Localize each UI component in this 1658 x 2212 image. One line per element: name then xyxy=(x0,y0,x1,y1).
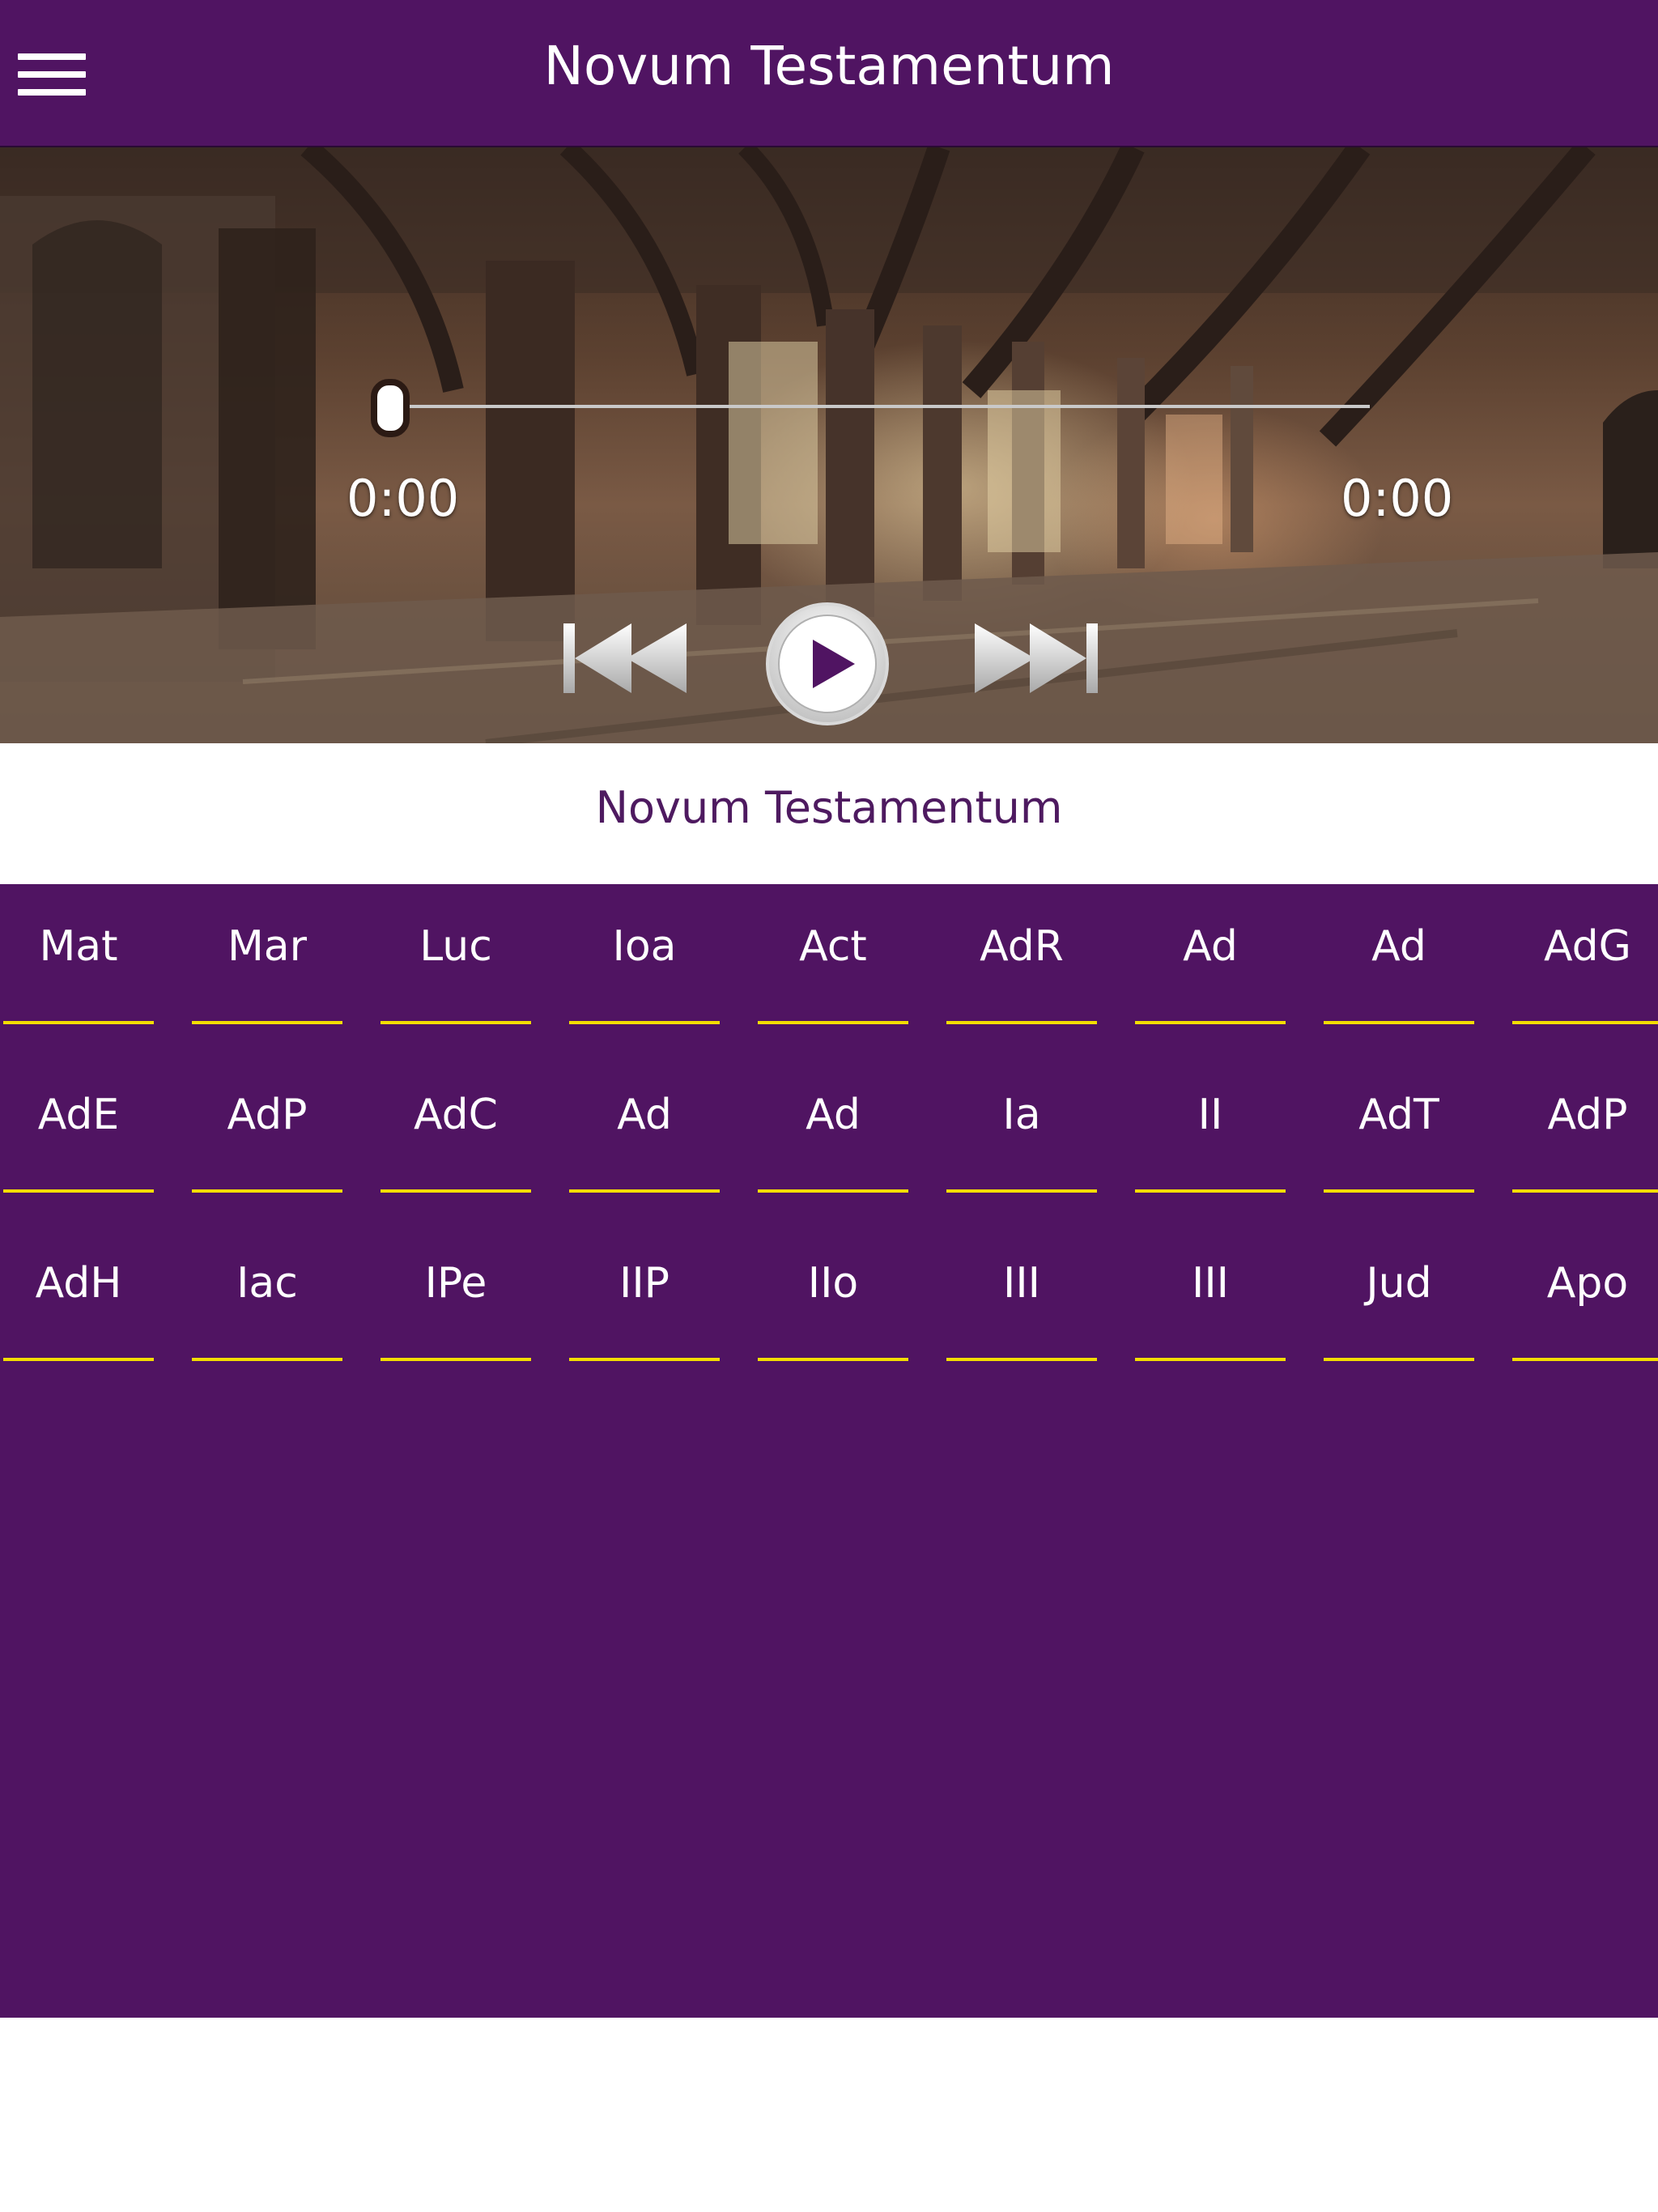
book-label: Apo xyxy=(1546,1259,1629,1308)
book-underline xyxy=(380,1021,531,1024)
book-underline xyxy=(1135,1189,1286,1193)
app-title: Novum Testamentum xyxy=(543,35,1115,97)
book-button[interactable]: Ad xyxy=(1135,884,1286,1030)
book-label: Ad xyxy=(806,1091,861,1139)
book-label: Jud xyxy=(1366,1259,1432,1308)
book-underline xyxy=(946,1358,1097,1361)
book-underline xyxy=(1512,1358,1658,1361)
seek-bar-track[interactable] xyxy=(389,405,1370,408)
book-underline xyxy=(1135,1021,1286,1024)
book-label: AdC xyxy=(414,1091,498,1139)
book-underline xyxy=(380,1189,531,1193)
book-button[interactable]: Ad xyxy=(758,1053,908,1198)
book-label: Mat xyxy=(39,922,118,971)
book-underline xyxy=(1324,1189,1474,1193)
book-label: IIo xyxy=(807,1259,859,1308)
book-button[interactable]: Ad xyxy=(569,1053,720,1198)
book-button[interactable]: Act xyxy=(758,884,908,1030)
book-underline xyxy=(758,1189,908,1193)
book-label: Mar xyxy=(227,922,308,971)
book-underline xyxy=(1135,1358,1286,1361)
book-button[interactable]: AdG xyxy=(1512,884,1658,1030)
book-label: Iac xyxy=(236,1259,298,1308)
book-button[interactable]: IPe xyxy=(380,1221,531,1367)
book-label: AdR xyxy=(980,922,1064,971)
book-label: Ad xyxy=(617,1091,672,1139)
book-label: IIP xyxy=(619,1259,670,1308)
seek-bar-thumb[interactable] xyxy=(371,379,410,437)
book-label: AdP xyxy=(1547,1091,1628,1139)
skip-previous-icon xyxy=(563,623,687,693)
book-button[interactable]: IIo xyxy=(758,1221,908,1367)
book-underline xyxy=(1324,1021,1474,1024)
book-underline xyxy=(3,1021,154,1024)
book-button[interactable]: III xyxy=(946,1221,1097,1367)
book-label: AdE xyxy=(37,1091,120,1139)
book-button[interactable]: AdP xyxy=(1512,1053,1658,1198)
book-label: II xyxy=(1197,1091,1223,1139)
book-underline xyxy=(758,1021,908,1024)
book-label: AdT xyxy=(1358,1091,1439,1139)
book-underline xyxy=(380,1358,531,1361)
book-underline xyxy=(1512,1021,1658,1024)
skip-previous-button[interactable] xyxy=(562,619,688,698)
play-button[interactable] xyxy=(764,601,891,727)
book-button[interactable]: Ioa xyxy=(569,884,720,1030)
book-grid: Mat Mar Luc Ioa Act AdR Ad Ad AdG AdE AdP AdC Ad Ad Ia… xyxy=(0,884,1658,2018)
book-label: Ad xyxy=(1371,922,1426,971)
book-label: AdH xyxy=(35,1259,122,1308)
book-button[interactable]: Luc xyxy=(380,884,531,1030)
book-button[interactable]: AdE xyxy=(3,1053,154,1198)
book-button[interactable]: AdP xyxy=(192,1053,342,1198)
book-button[interactable]: AdH xyxy=(3,1221,154,1367)
book-button[interactable]: Ia xyxy=(946,1053,1097,1198)
book-underline xyxy=(3,1189,154,1193)
book-button[interactable]: Apo xyxy=(1512,1221,1658,1367)
book-label: III xyxy=(1191,1259,1229,1308)
total-time: 0:00 xyxy=(1341,469,1454,528)
book-button[interactable]: AdT xyxy=(1324,1053,1474,1198)
app-bar: Novum Testamentum xyxy=(0,0,1658,147)
book-button[interactable]: III xyxy=(1135,1221,1286,1367)
section-title: Novum Testamentum xyxy=(595,782,1063,833)
book-button[interactable]: Mat xyxy=(3,884,154,1030)
book-label: Ia xyxy=(1002,1091,1041,1139)
book-button[interactable]: Ad xyxy=(1324,884,1474,1030)
book-underline xyxy=(946,1021,1097,1024)
book-label: Luc xyxy=(419,922,492,971)
elapsed-time: 0:00 xyxy=(346,469,460,528)
play-icon xyxy=(766,602,889,725)
book-underline xyxy=(569,1189,720,1193)
book-button[interactable]: Iac xyxy=(192,1221,342,1367)
book-underline xyxy=(1512,1189,1658,1193)
book-underline xyxy=(192,1189,342,1193)
book-underline xyxy=(946,1189,1097,1193)
book-underline xyxy=(569,1021,720,1024)
book-button[interactable]: Mar xyxy=(192,884,342,1030)
audio-player: 0:00 0:00 xyxy=(0,147,1658,743)
book-label: Ioa xyxy=(612,922,677,971)
skip-next-button[interactable] xyxy=(973,619,1099,698)
book-label: AdG xyxy=(1544,922,1631,971)
book-button[interactable]: II xyxy=(1135,1053,1286,1198)
book-label: III xyxy=(1002,1259,1040,1308)
book-underline xyxy=(758,1358,908,1361)
book-label: Act xyxy=(799,922,867,971)
book-button[interactable]: Jud xyxy=(1324,1221,1474,1367)
book-button[interactable]: AdR xyxy=(946,884,1097,1030)
book-label: IPe xyxy=(424,1259,487,1308)
book-label: Ad xyxy=(1183,922,1238,971)
book-underline xyxy=(192,1021,342,1024)
book-label: AdP xyxy=(227,1091,308,1139)
book-underline xyxy=(569,1358,720,1361)
book-underline xyxy=(1324,1358,1474,1361)
book-button[interactable]: IIP xyxy=(569,1221,720,1367)
book-underline xyxy=(3,1358,154,1361)
book-underline xyxy=(192,1358,342,1361)
book-button[interactable]: AdC xyxy=(380,1053,531,1198)
skip-next-icon xyxy=(975,623,1098,693)
